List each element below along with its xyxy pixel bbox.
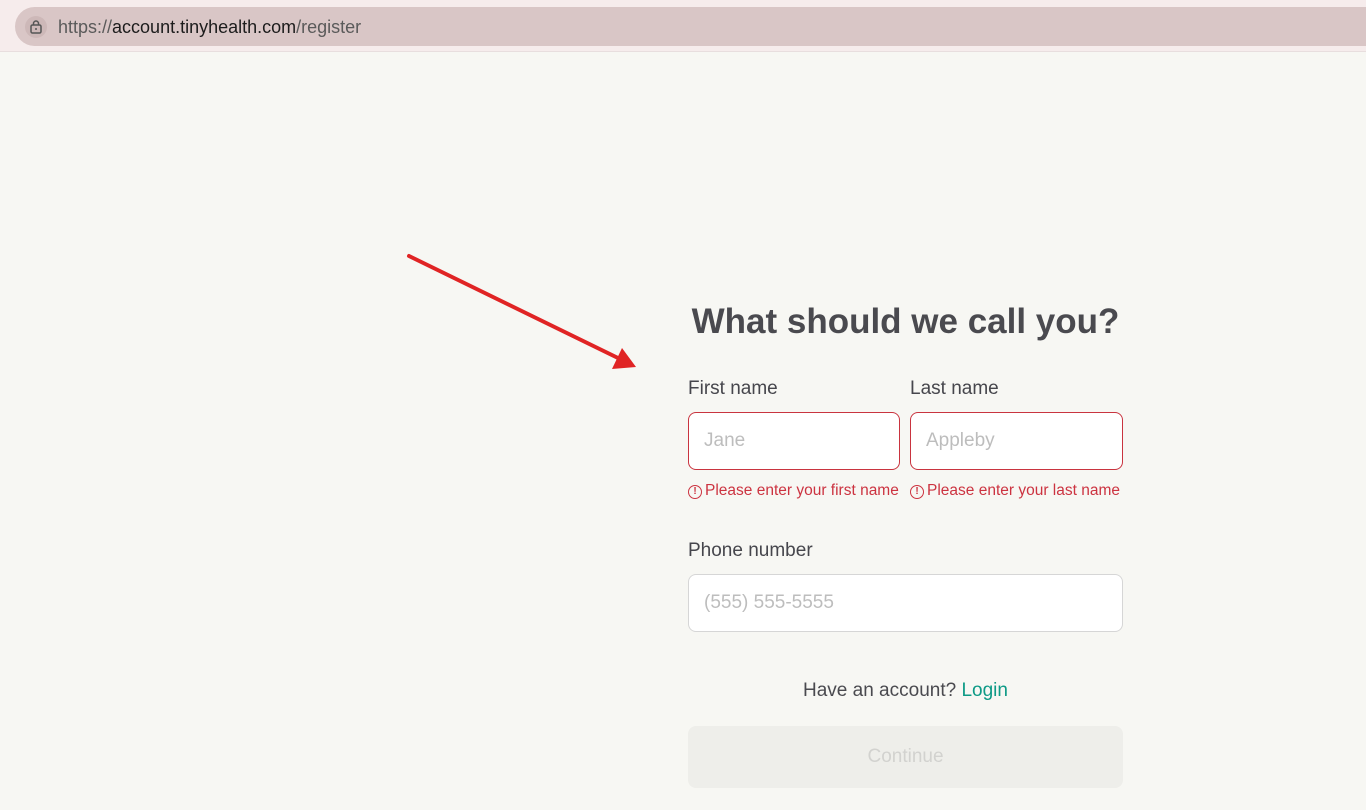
first-name-error: ! Please enter your first name <box>688 480 900 502</box>
phone-label: Phone number <box>688 540 813 561</box>
page-title: What should we call you? <box>691 302 1120 341</box>
account-prompt-text: Have an account? <box>803 680 957 701</box>
registration-form: What should we call you? First name !Ple… <box>688 296 1123 788</box>
error-circle-icon: ! <box>688 485 702 499</box>
last-name-input[interactable] <box>910 412 1123 470</box>
first-name-input[interactable] <box>688 412 900 470</box>
last-name-error-text: Please enter your last name <box>927 482 1120 499</box>
phone-input[interactable] <box>688 574 1123 632</box>
red-arrow-icon <box>407 254 636 369</box>
continue-button[interactable]: Continue <box>688 726 1123 788</box>
first-name-group: First name !Please enter your first name <box>688 376 900 502</box>
error-circle-icon: ! <box>910 485 924 499</box>
first-name-error-text: Please enter your first name <box>705 482 899 499</box>
last-name-group: Last name !Please enter your last name <box>910 376 1123 502</box>
last-name-label: Last name <box>910 378 999 399</box>
name-row: First name !Please enter your first name… <box>688 376 1123 516</box>
last-name-error: ! Please enter your last name <box>910 480 1123 502</box>
phone-group: Phone number <box>688 538 1123 632</box>
first-name-label: First name <box>688 378 778 399</box>
account-prompt: Have an account? Login <box>688 677 1123 705</box>
login-link[interactable]: Login <box>961 680 1008 701</box>
